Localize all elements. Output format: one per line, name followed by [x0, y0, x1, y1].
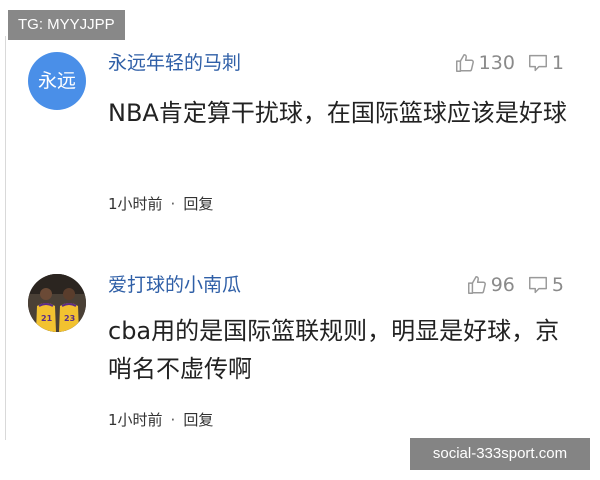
- comment-username[interactable]: 永远年轻的马刺: [108, 50, 241, 76]
- comment-username[interactable]: 爱打球的小南瓜: [108, 272, 241, 298]
- like-button[interactable]: 130: [454, 52, 515, 74]
- comment-meta: 1小时前 · 回复: [108, 410, 213, 430]
- comment-feed: 永远 永远年轻的马刺 130 1 NBA肯定算干扰球，在国际篮球应该是好球 1小…: [0, 0, 600, 480]
- comment-text: cba用的是国际篮联规则，明显是好球，京哨名不虚传啊: [108, 317, 560, 383]
- reply-count-button[interactable]: 5: [527, 274, 564, 296]
- avatar-photo-icon: [28, 274, 86, 332]
- jersey-number: 23: [64, 314, 76, 323]
- reply-count: 1: [551, 52, 564, 74]
- meta-separator: ·: [170, 411, 176, 429]
- thumbs-up-icon: [455, 54, 474, 72]
- reply-count: 5: [551, 274, 564, 296]
- like-count: 130: [478, 52, 515, 74]
- comment-bubble-icon: [528, 276, 547, 294]
- telegram-watermark: TG: MYYJJPP: [8, 10, 125, 40]
- reply-count-button[interactable]: 1: [527, 52, 564, 74]
- thumbs-up-icon: [467, 276, 486, 294]
- avatar[interactable]: 21 23: [28, 274, 86, 332]
- like-count: 96: [490, 274, 515, 296]
- comment-time: 1小时前: [108, 195, 163, 213]
- reply-button[interactable]: 回复: [183, 410, 213, 430]
- comment-text: NBA肯定算干扰球，在国际篮球应该是好球: [108, 99, 567, 127]
- like-button[interactable]: 96: [466, 274, 515, 296]
- comment-actions: 96 5: [466, 272, 564, 298]
- comment-item: 永远 永远年轻的马刺 130 1 NBA肯定算干扰球，在国际篮球应该是好球 1小…: [0, 40, 600, 240]
- comment-time: 1小时前: [108, 411, 163, 429]
- jersey-number: 21: [41, 314, 53, 323]
- comment-actions: 130 1: [454, 50, 564, 76]
- comment-bubble-icon: [528, 54, 547, 72]
- reply-button[interactable]: 回复: [183, 194, 213, 214]
- comment-meta: 1小时前 · 回复: [108, 194, 213, 214]
- avatar[interactable]: 永远: [28, 52, 86, 110]
- meta-separator: ·: [170, 195, 176, 213]
- comment-item: 21 23 爱打球的小南瓜 96 5 cba用的是国际篮联规则，明显是好球，京哨…: [0, 262, 600, 452]
- site-watermark: social-333sport.com: [410, 438, 590, 470]
